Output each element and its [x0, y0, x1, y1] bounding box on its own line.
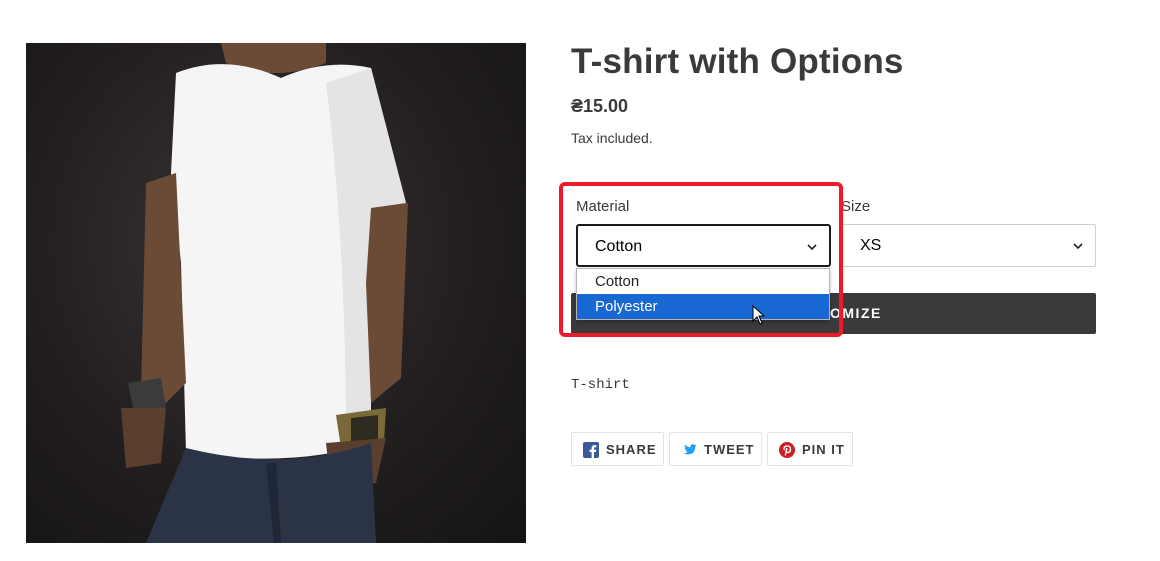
material-select-value: Cotton [595, 238, 643, 255]
facebook-icon [583, 442, 599, 458]
product-photo-svg [121, 43, 408, 543]
dropdown-option-cotton[interactable]: Cotton [577, 269, 829, 294]
product-title: T-shirt with Options [571, 42, 904, 81]
dropdown-option-polyester[interactable]: Polyester [577, 294, 829, 319]
product-description: T-shirt [571, 377, 630, 393]
product-image[interactable] [26, 43, 526, 543]
share-twitter-button[interactable]: TWEET [669, 432, 762, 466]
share-facebook-label: SHARE [606, 442, 657, 457]
tax-note: Tax included. [571, 130, 653, 146]
share-pinterest-button[interactable]: PIN IT [767, 432, 853, 466]
twitter-icon [683, 444, 697, 455]
customize-button-label: OMIZE [830, 305, 882, 321]
chevron-down-icon [807, 244, 817, 251]
material-select[interactable]: Cotton [576, 224, 831, 267]
material-label: Material [576, 198, 630, 215]
share-twitter-label: TWEET [704, 442, 755, 457]
size-select[interactable]: XS [841, 224, 1096, 267]
product-price: ₴15.00 [571, 96, 629, 116]
size-label: Size [841, 198, 871, 215]
share-pinterest-label: PIN IT [802, 442, 845, 457]
pinterest-icon [779, 442, 795, 458]
share-facebook-button[interactable]: SHARE [571, 432, 664, 466]
mouse-cursor-icon [752, 305, 766, 325]
material-dropdown-list[interactable]: Cotton Polyester [576, 268, 830, 320]
chevron-down-icon [1073, 243, 1083, 250]
size-select-value: XS [860, 237, 882, 254]
